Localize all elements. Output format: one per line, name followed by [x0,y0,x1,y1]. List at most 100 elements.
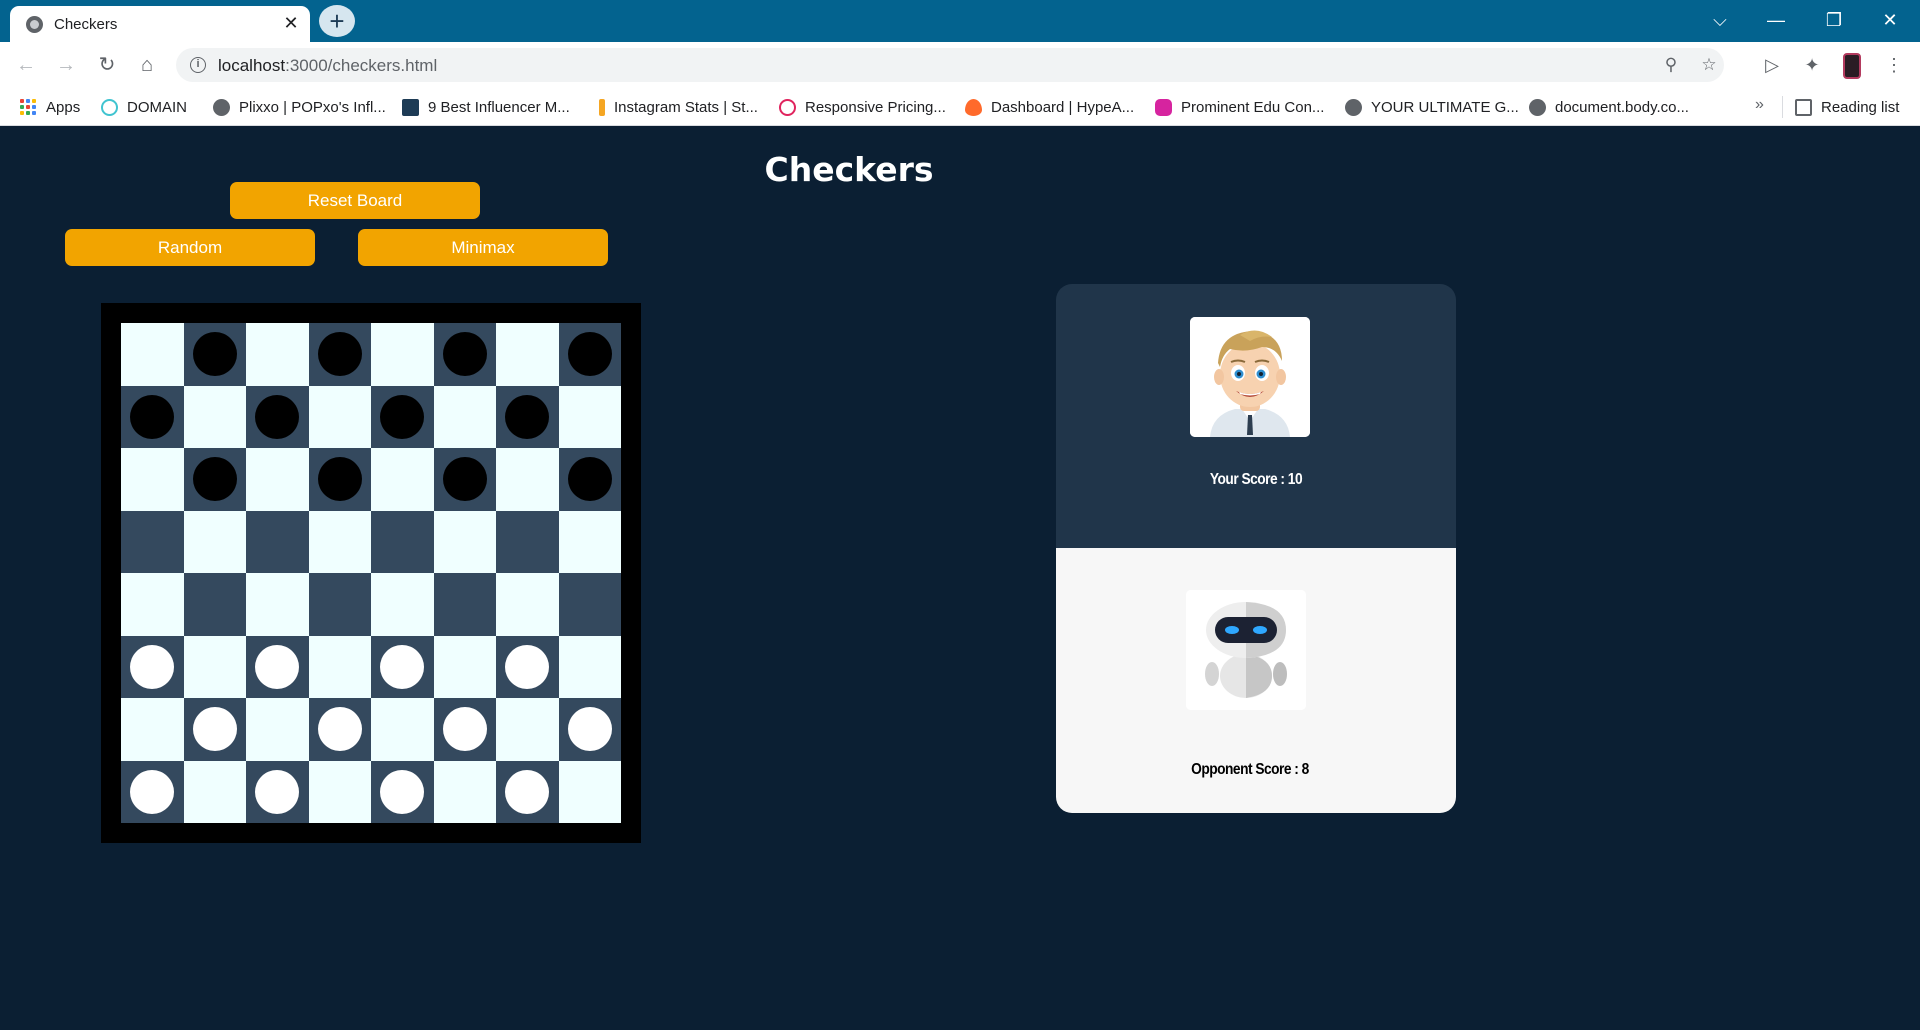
bookmark-domain[interactable]: DOMAIN [101,96,187,118]
white-piece[interactable] [380,769,425,814]
board-square[interactable] [183,510,246,573]
board-square[interactable] [433,635,496,698]
board-square[interactable] [308,698,371,761]
zoom-icon[interactable]: ⚲ [1660,54,1682,76]
window-close-icon[interactable]: ✕ [1870,6,1910,34]
black-piece[interactable] [442,332,487,377]
board-square[interactable] [183,635,246,698]
board-square[interactable] [433,323,496,386]
board-square[interactable] [496,510,559,573]
board-square[interactable] [183,573,246,636]
board-square[interactable] [496,385,559,448]
forward-icon[interactable]: → [52,51,80,79]
white-piece[interactable] [505,644,550,689]
random-button[interactable]: Random [65,229,315,266]
board-square[interactable] [558,573,621,636]
board-square[interactable] [558,760,621,823]
board-square[interactable] [308,635,371,698]
black-piece[interactable] [255,394,300,439]
board-square[interactable] [183,760,246,823]
board-square[interactable] [558,448,621,511]
board-square[interactable] [371,510,434,573]
restore-icon[interactable]: ❐ [1814,6,1854,34]
board-square[interactable] [558,510,621,573]
black-piece[interactable] [442,457,487,502]
board-square[interactable] [121,760,184,823]
board-square[interactable] [371,448,434,511]
media-control-icon[interactable]: ▷ [1758,51,1786,79]
reload-icon[interactable]: ↻ [93,51,121,79]
menu-icon[interactable]: ⋮ [1880,51,1908,79]
checkers-board[interactable] [121,323,621,823]
white-piece[interactable] [567,707,612,752]
board-square[interactable] [496,635,559,698]
board-square[interactable] [308,323,371,386]
back-icon[interactable]: ← [12,51,40,79]
address-bar[interactable]: i localhost:3000/checkers.html ⚲ ☆ [176,48,1724,82]
black-piece[interactable] [317,332,362,377]
bookmark-prominent[interactable]: Prominent Edu Con... [1155,96,1324,118]
board-square[interactable] [246,448,309,511]
board-square[interactable] [558,385,621,448]
board-square[interactable] [433,573,496,636]
bookmark-ultimate[interactable]: YOUR ULTIMATE G... [1345,96,1519,118]
board-square[interactable] [308,448,371,511]
bookmark-instagram-stats[interactable]: Instagram Stats | St... [594,96,758,118]
board-square[interactable] [183,323,246,386]
board-square[interactable] [246,698,309,761]
bookmark-influencer[interactable]: 9 Best Influencer M... [402,96,570,118]
board-square[interactable] [121,510,184,573]
black-piece[interactable] [192,457,237,502]
board-square[interactable] [121,635,184,698]
reset-board-button[interactable]: Reset Board [230,182,480,219]
white-piece[interactable] [130,769,175,814]
board-square[interactable] [371,323,434,386]
board-square[interactable] [246,760,309,823]
board-square[interactable] [246,385,309,448]
bookmark-plixxo[interactable]: Plixxo | POPxo's Infl... [213,96,386,118]
board-square[interactable] [558,323,621,386]
reading-list-button[interactable]: Reading list [1795,96,1899,118]
board-square[interactable] [121,448,184,511]
board-square[interactable] [371,635,434,698]
bookmark-apps[interactable]: Apps [20,96,80,118]
black-piece[interactable] [130,394,175,439]
board-square[interactable] [558,635,621,698]
white-piece[interactable] [130,644,175,689]
board-square[interactable] [246,635,309,698]
bookmark-document-body[interactable]: document.body.co... [1529,96,1689,118]
board-square[interactable] [246,573,309,636]
profile-avatar[interactable] [1843,53,1861,79]
board-square[interactable] [496,448,559,511]
board-square[interactable] [121,323,184,386]
black-piece[interactable] [380,394,425,439]
site-info-icon[interactable]: i [190,57,206,73]
black-piece[interactable] [567,457,612,502]
extensions-icon[interactable]: ✦ [1798,51,1826,79]
home-icon[interactable]: ⌂ [133,51,161,79]
board-square[interactable] [308,760,371,823]
board-square[interactable] [371,760,434,823]
black-piece[interactable] [192,332,237,377]
board-square[interactable] [496,760,559,823]
minimize-icon[interactable]: — [1756,6,1796,34]
minimax-button[interactable]: Minimax [358,229,608,266]
board-square[interactable] [558,698,621,761]
board-square[interactable] [433,698,496,761]
board-square[interactable] [496,573,559,636]
tab-search-icon[interactable]: ⌵ [1700,6,1740,34]
white-piece[interactable] [505,769,550,814]
browser-tab[interactable]: Checkers ✕ [10,6,310,42]
bookmark-star-icon[interactable]: ☆ [1698,54,1720,76]
black-piece[interactable] [505,394,550,439]
board-square[interactable] [308,385,371,448]
board-square[interactable] [183,385,246,448]
board-square[interactable] [496,698,559,761]
white-piece[interactable] [255,769,300,814]
bookmarks-overflow-icon[interactable]: » [1755,96,1764,114]
white-piece[interactable] [317,707,362,752]
board-square[interactable] [121,698,184,761]
white-piece[interactable] [380,644,425,689]
board-square[interactable] [433,448,496,511]
white-piece[interactable] [442,707,487,752]
